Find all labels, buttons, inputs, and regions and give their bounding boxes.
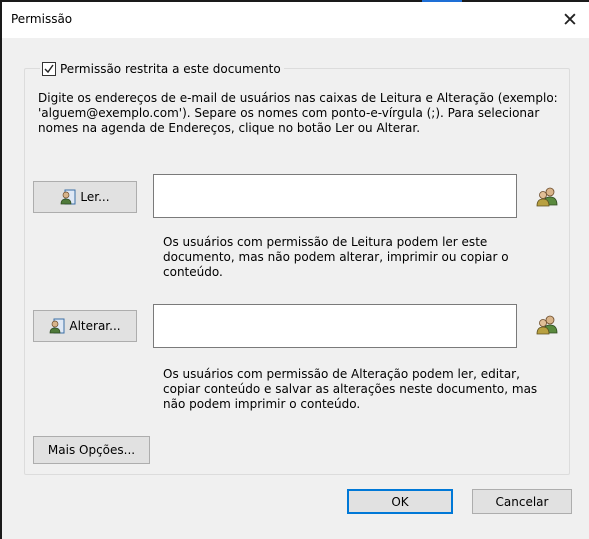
change-permission-note: Os usuários com permissão de Alteração p…	[163, 367, 538, 411]
change-users-input[interactable]	[153, 304, 517, 348]
title-bar: Permissão ✕	[2, 2, 589, 38]
restrict-permission-label: Permissão restrita a este documento	[60, 62, 281, 76]
checkbox-check-icon	[42, 62, 56, 76]
change-button-label: Alterar...	[69, 319, 121, 333]
address-book-icon	[49, 318, 65, 334]
change-users-textarea[interactable]	[154, 305, 516, 347]
dialog-title: Permissão	[11, 12, 73, 26]
read-button-label: Ler...	[80, 190, 110, 204]
close-icon: ✕	[562, 9, 578, 31]
address-book-icon	[60, 189, 76, 205]
change-button[interactable]: Alterar...	[33, 310, 137, 342]
instructions-text: Digite os endereços de e-mail de usuário…	[38, 91, 558, 135]
read-button[interactable]: Ler...	[33, 181, 137, 213]
users-icon	[536, 315, 558, 335]
more-options-button[interactable]: Mais Opções...	[33, 436, 150, 464]
read-permission-note: Os usuários com permissão de Leitura pod…	[163, 235, 509, 279]
users-icon	[536, 187, 558, 207]
read-address-book-button[interactable]	[533, 183, 561, 211]
read-users-input[interactable]	[153, 174, 517, 218]
change-address-book-button[interactable]	[533, 311, 561, 339]
cancel-button[interactable]: Cancelar	[472, 489, 572, 514]
close-button[interactable]: ✕	[556, 7, 584, 33]
read-users-textarea[interactable]	[154, 175, 516, 217]
ok-button[interactable]: OK	[347, 489, 453, 514]
restrict-permission-checkbox[interactable]: Permissão restrita a este documento	[40, 60, 284, 78]
